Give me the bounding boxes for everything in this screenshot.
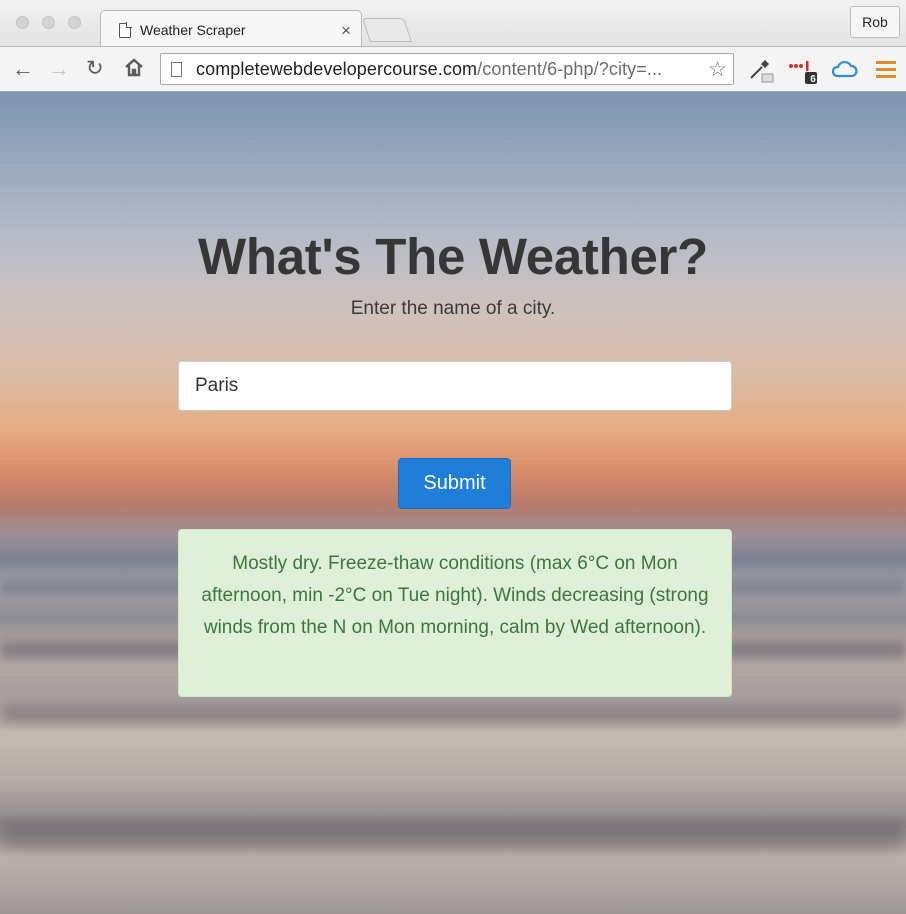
tab-close-icon[interactable]: × xyxy=(341,21,351,40)
address-bar[interactable]: completewebdevelopercourse.com/content/6… xyxy=(160,53,734,85)
browser-tab[interactable]: Weather Scraper × xyxy=(100,10,362,47)
home-icon[interactable] xyxy=(124,57,144,82)
profile-button[interactable]: Rob xyxy=(850,6,900,38)
minimize-window-button[interactable] xyxy=(42,16,55,29)
page-title: What's The Weather? xyxy=(198,228,708,285)
forward-arrow-icon[interactable]: → xyxy=(48,57,70,81)
close-window-button[interactable] xyxy=(16,16,29,29)
submit-button[interactable]: Submit xyxy=(398,458,511,509)
url-path: /content/6-php/?city=... xyxy=(477,58,663,79)
browser-titlebar: Weather Scraper × Rob xyxy=(0,0,906,47)
page-subtitle: Enter the name of a city. xyxy=(350,298,556,319)
cloud-extension-icon[interactable] xyxy=(830,59,858,84)
page-icon xyxy=(119,22,131,38)
new-tab-button[interactable] xyxy=(362,18,412,42)
back-arrow-icon[interactable]: ← xyxy=(12,57,34,81)
extension-badge: 6 xyxy=(810,74,816,85)
page-icon xyxy=(171,61,182,77)
maximize-window-button[interactable] xyxy=(68,16,81,29)
background-streak xyxy=(0,704,906,724)
url-domain: completewebdevelopercourse.com xyxy=(196,58,478,79)
menu-icon[interactable] xyxy=(876,60,896,83)
page-background: What's The Weather? Enter the name of a … xyxy=(0,92,906,914)
weather-result-alert: Mostly dry. Freeze-thaw conditions (max … xyxy=(178,529,732,697)
city-input[interactable] xyxy=(178,361,732,411)
browser-toolbar: ← → ↻ completewebdevelopercourse.com/con… xyxy=(0,46,906,92)
url-text[interactable]: completewebdevelopercourse.com/content/6… xyxy=(196,59,708,80)
eyedropper-extension-icon[interactable] xyxy=(748,59,774,88)
bookmark-star-icon[interactable]: ☆ xyxy=(708,57,727,82)
background-streak xyxy=(0,822,906,848)
reload-icon[interactable]: ↻ xyxy=(86,57,104,81)
tab-title: Weather Scraper xyxy=(140,22,246,38)
